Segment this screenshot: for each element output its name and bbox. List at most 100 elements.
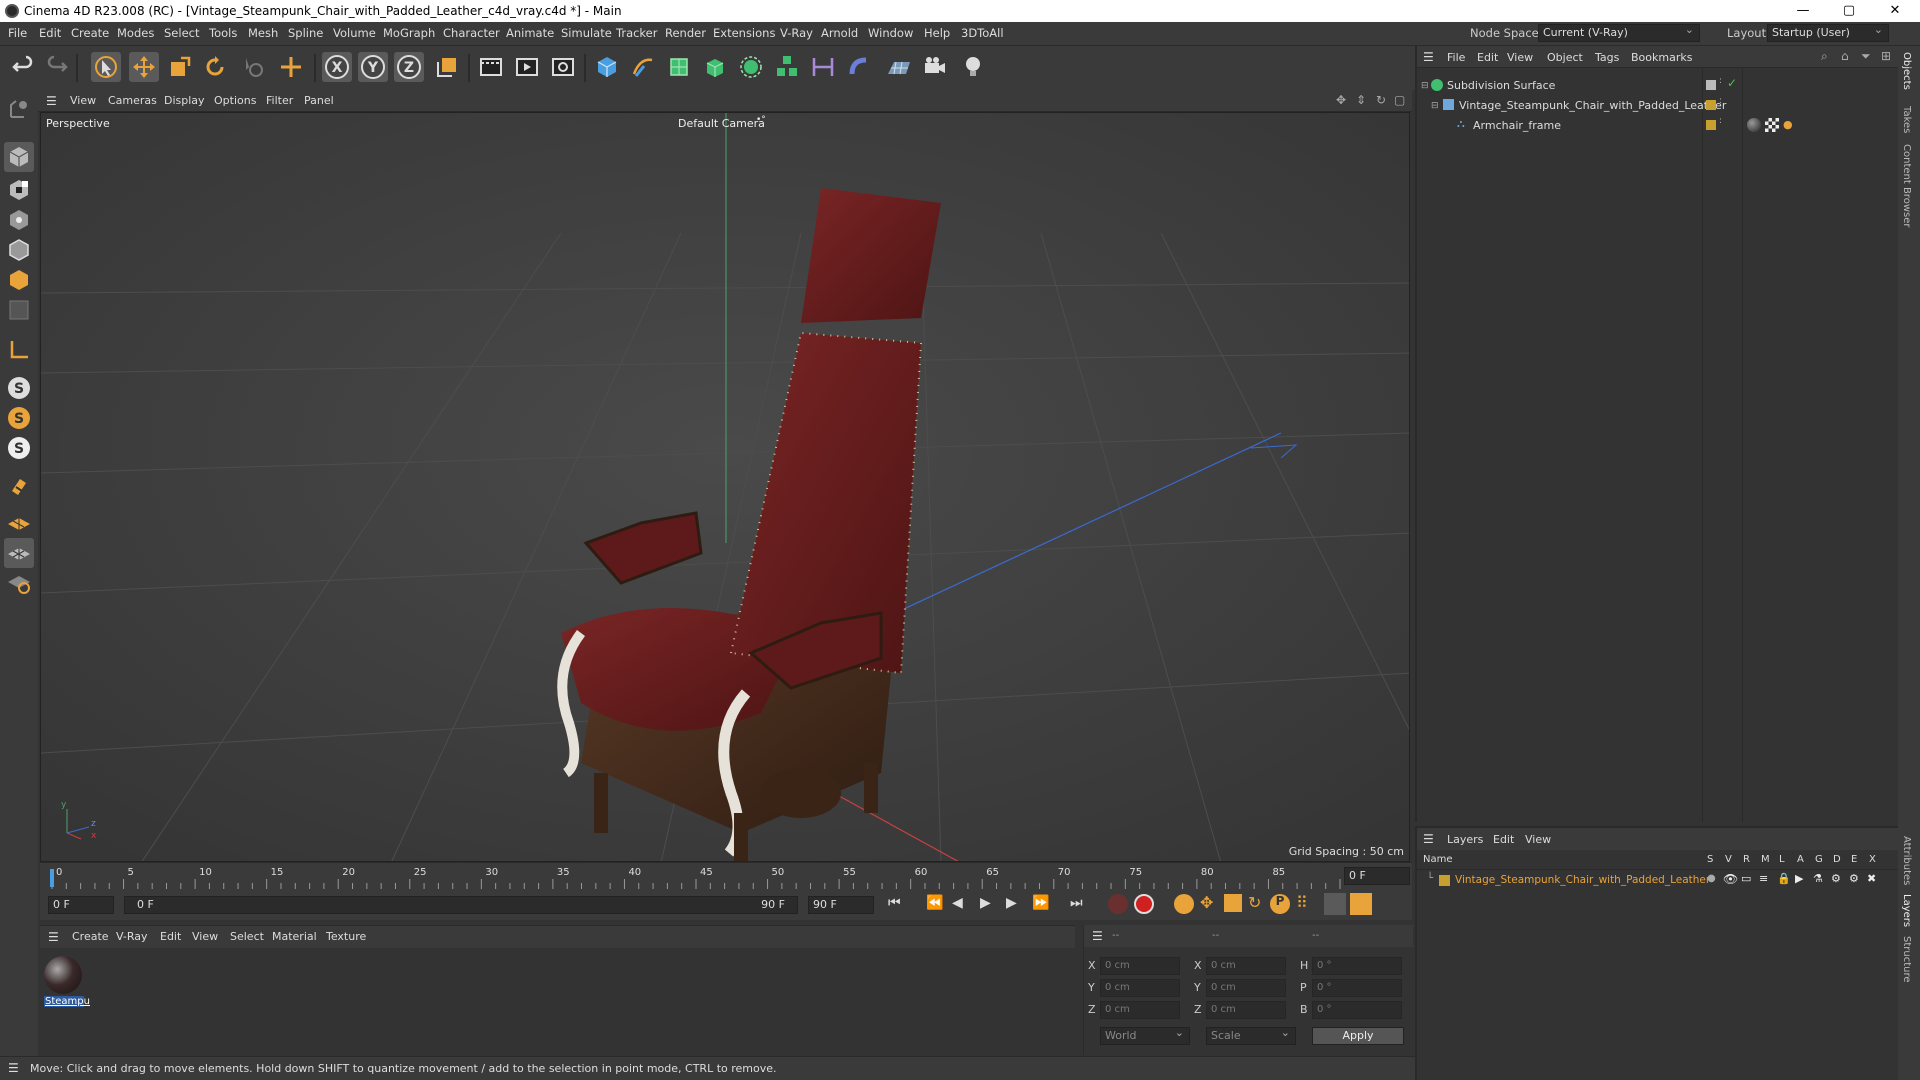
object-menu-view[interactable]: View <box>1507 51 1533 64</box>
points-mode-icon[interactable] <box>4 175 34 205</box>
menu-3dtoall[interactable]: 3DToAll <box>961 26 1004 40</box>
object-row-armchair-frame[interactable]: ⛬ Armchair_frame : ● <box>1417 116 1900 136</box>
select-icon[interactable] <box>91 52 121 82</box>
apply-button[interactable]: Apply <box>1312 1027 1404 1045</box>
object-menu-file[interactable]: File <box>1447 51 1465 64</box>
y-axis-icon[interactable]: Y <box>358 52 388 82</box>
perspective-viewport[interactable]: Perspective Default Camera •° Grid Spaci… <box>40 112 1410 862</box>
layer-color-swatch[interactable] <box>1706 100 1716 110</box>
material-menu-texture[interactable]: Texture <box>326 930 366 943</box>
timeline-ruler[interactable]: 051015202530354045505560657075808590 0 F <box>40 862 1412 890</box>
undo-icon[interactable] <box>8 52 38 82</box>
coord-rot-b-field[interactable]: 0 ° <box>1312 1001 1402 1019</box>
tab-layers[interactable]: Layers <box>1901 894 1912 927</box>
layer-render-icon[interactable]: ▭ <box>1741 872 1751 885</box>
menu-arnold[interactable]: Arnold <box>821 26 858 40</box>
start-frame-field[interactable]: 0 F <box>48 896 114 914</box>
go-to-start-icon[interactable]: ⏮ <box>888 895 901 911</box>
layer-col-view[interactable]: V <box>1725 854 1732 865</box>
menu-create[interactable]: Create <box>71 26 109 40</box>
material-swatch[interactable]: Steampu <box>44 956 90 1014</box>
menu-vray[interactable]: V-Ray <box>780 26 813 40</box>
collapse-icon[interactable]: ⊟ <box>1421 81 1429 91</box>
render-settings-icon[interactable] <box>548 52 578 82</box>
viewport-menu-view[interactable]: View <box>70 94 96 107</box>
layer-color-swatch[interactable] <box>1706 120 1716 130</box>
keyframe-selection-icon[interactable] <box>1174 894 1194 914</box>
move-icon[interactable] <box>129 52 159 82</box>
layer-manager-icon[interactable]: ≡ <box>1759 872 1768 885</box>
layer-xref-icon[interactable]: ✖ <box>1867 872 1876 885</box>
auto-key-icon[interactable] <box>1134 894 1154 914</box>
material-menu-create[interactable]: Create <box>72 930 109 943</box>
rotate-icon[interactable] <box>200 52 230 82</box>
layer-col-solo[interactable]: S <box>1707 854 1713 865</box>
z-axis-icon[interactable]: Z <box>394 52 424 82</box>
material-tag-icon[interactable] <box>1747 118 1761 132</box>
next-frame-icon[interactable]: ▶ <box>1006 895 1017 911</box>
snap-s-icon[interactable]: S <box>4 373 34 403</box>
go-to-end-icon[interactable]: ⏭ <box>1070 895 1083 911</box>
layer-col-generators[interactable]: G <box>1815 854 1823 865</box>
viewport-menu-display[interactable]: Display <box>164 94 205 107</box>
menu-tracker[interactable]: Tracker <box>616 26 658 40</box>
solo-icon[interactable] <box>4 568 34 598</box>
live-select-icon[interactable] <box>238 52 268 82</box>
layout-dropdown[interactable]: Startup (User) <box>1767 22 1889 42</box>
polygons-face-mode-icon[interactable] <box>4 265 34 295</box>
layer-col-locked[interactable]: L <box>1779 854 1785 865</box>
collapse-icon[interactable]: ⊟ <box>1431 101 1439 111</box>
material-menu-select[interactable]: Select <box>230 930 264 943</box>
material-menu-vray[interactable]: V-Ray <box>116 930 148 943</box>
symmetry-icon[interactable] <box>808 52 838 82</box>
coordinate-system-icon[interactable] <box>432 52 462 82</box>
floor-icon[interactable] <box>884 52 914 82</box>
cube-icon[interactable] <box>592 52 622 82</box>
close-button[interactable]: ✕ <box>1872 0 1918 22</box>
menu-extensions[interactable]: Extensions <box>713 26 775 40</box>
snap-s-orange-icon[interactable]: S <box>4 403 34 433</box>
layer-hamburger-icon[interactable]: ☰ <box>1423 832 1434 846</box>
timeline-icon[interactable] <box>1350 893 1372 915</box>
coord-pos-y-field[interactable]: 0 cm <box>1100 979 1180 997</box>
menu-animate[interactable]: Animate <box>506 26 554 40</box>
menu-modes[interactable]: Modes <box>117 26 154 40</box>
layer-name[interactable]: Vintage_Steampunk_Chair_with_Padded_Leat… <box>1455 874 1710 886</box>
previous-frame-icon[interactable]: ◀ <box>952 895 963 911</box>
object-search-icon[interactable]: ⌕ <box>1821 49 1828 64</box>
pen-icon[interactable] <box>628 52 658 82</box>
layer-col-xref[interactable]: X <box>1869 854 1876 865</box>
menu-select[interactable]: Select <box>164 26 199 40</box>
grid-icon[interactable] <box>4 538 34 568</box>
material-menu-material[interactable]: Material <box>272 930 317 943</box>
key-pla-icon[interactable]: ⠿ <box>1296 893 1308 912</box>
menu-volume[interactable]: Volume <box>333 26 376 40</box>
menu-tools[interactable]: Tools <box>209 26 237 40</box>
visibility-dots-icon[interactable]: : <box>1719 76 1722 86</box>
current-frame-field[interactable]: 0 F <box>1344 867 1410 885</box>
layer-col-manager[interactable]: M <box>1761 854 1770 865</box>
menu-file[interactable]: File <box>8 26 27 40</box>
visibility-dots-icon[interactable]: : <box>1719 116 1722 126</box>
coord-rot-p-field[interactable]: 0 ° <box>1312 979 1402 997</box>
previous-key-icon[interactable]: ⏪ <box>926 895 943 911</box>
tab-objects[interactable]: Objects <box>1901 52 1912 90</box>
key-parameter-icon[interactable]: P <box>1270 894 1290 914</box>
menu-window[interactable]: Window <box>868 26 913 40</box>
hamburger-icon[interactable]: ☰ <box>46 94 57 108</box>
cloner-icon[interactable] <box>736 52 766 82</box>
light-icon[interactable] <box>958 52 988 82</box>
menu-help[interactable]: Help <box>924 26 950 40</box>
next-key-icon[interactable]: ⏩ <box>1032 895 1049 911</box>
play-icon[interactable]: ▶ <box>980 895 991 911</box>
menu-render[interactable]: Render <box>665 26 706 40</box>
layer-generator-icon[interactable]: ⚗ <box>1813 872 1823 885</box>
tab-attributes[interactable]: Attributes <box>1901 836 1912 885</box>
coord-size-z-field[interactable]: 0 cm <box>1206 1001 1286 1019</box>
playhead-marker[interactable] <box>50 869 54 887</box>
tab-takes[interactable]: Takes <box>1901 106 1912 133</box>
maximize-button[interactable]: ▢ <box>1826 0 1872 22</box>
render-view-icon[interactable] <box>512 52 542 82</box>
end-frame-field[interactable]: 90 F <box>808 896 874 914</box>
viewport-menu-options[interactable]: Options <box>214 94 256 107</box>
